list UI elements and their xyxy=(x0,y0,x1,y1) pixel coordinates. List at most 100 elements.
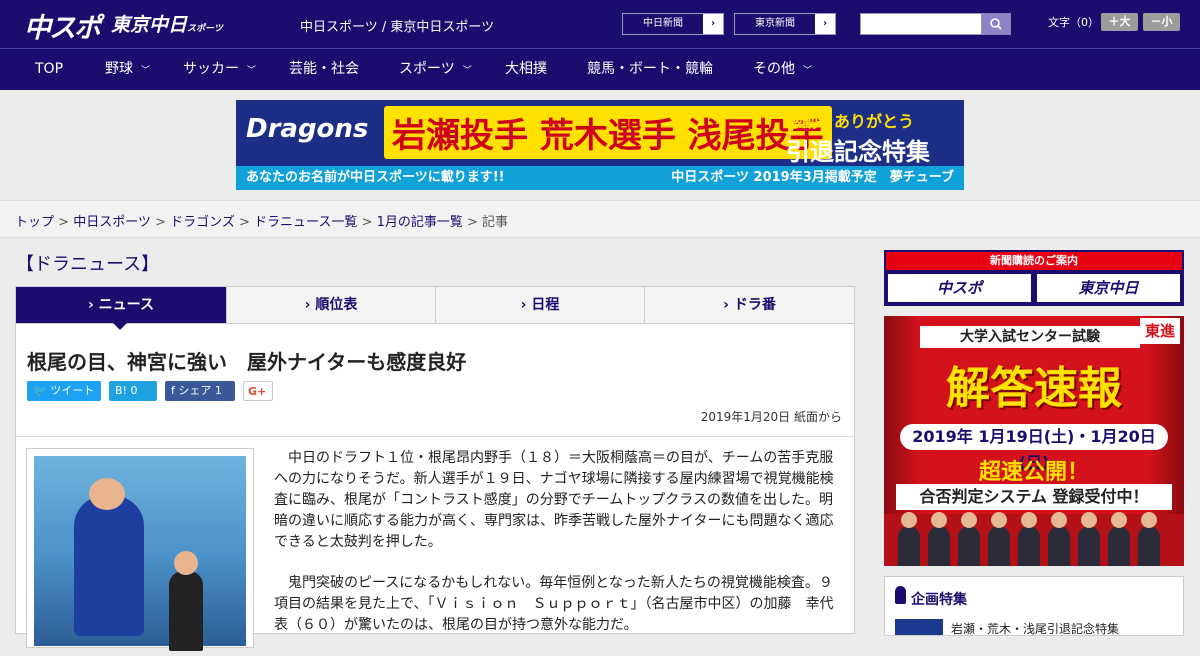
feature-box: 企画特集 岩瀬・荒木・浅尾引退記念特集 xyxy=(884,576,1184,636)
nav-item-racing[interactable]: 競馬・ボート・競輪 xyxy=(587,49,713,90)
breadcrumb-month-list[interactable]: 1月の記事一覧 xyxy=(377,215,463,230)
ad-dates: 2019年 1月19日(土)・1月20日(日) xyxy=(900,424,1168,472)
chevron-down-icon: ﹀ xyxy=(803,66,813,76)
breadcrumb-dragons[interactable]: ドラゴンズ xyxy=(170,215,235,230)
feature-title: 企画特集 xyxy=(911,592,967,608)
ad-system: 合否判定システム 登録受付中！ xyxy=(896,484,1172,510)
player-figure xyxy=(169,571,203,651)
nav-item-other[interactable]: その他 ﹀ xyxy=(753,49,812,90)
nav-label: 競馬・ボート・競輪 xyxy=(587,61,713,77)
tokyo-chunichi-logo[interactable]: 東京中日スポーツ xyxy=(111,10,223,37)
person-figure xyxy=(1138,512,1160,566)
article-photo[interactable] xyxy=(26,448,254,651)
ad-fast: 超速公開！ xyxy=(978,460,1089,485)
twitter-icon: 🐦 xyxy=(33,384,51,397)
person-figure xyxy=(1108,512,1130,566)
article-paragraph: 中日のドラフト１位・根尾昂内野手（１８）＝大阪桐蔭高＝の目が、チームの苦手克服へ… xyxy=(274,450,834,550)
person-figure xyxy=(1078,512,1100,566)
ribbon-icon xyxy=(895,586,906,604)
breadcrumb-sep: > xyxy=(54,215,74,230)
chevron-right-icon: › xyxy=(710,18,716,29)
google-plus-button[interactable]: G+ xyxy=(243,381,273,401)
share-label: ツイート xyxy=(50,384,95,397)
main-nav: TOP 野球 ﹀ サッカー ﹀ 芸能・社会 スポーツ ﹀ 大相撲 競馬・ボート・競輪 … xyxy=(0,48,1200,90)
retirement-feature-banner[interactable]: Dragons 岩瀬投手 荒木選手 浅尾投手 感動をありがとう 引退記念特集 あ… xyxy=(236,100,964,190)
banner-bottom-left: あなたのお名前が中日スポーツに載ります!! xyxy=(246,170,505,185)
nav-item-sports[interactable]: スポーツ ﹀ xyxy=(399,49,472,90)
exam-answer-ad[interactable]: 大学入試センター試験 東進 解答速報 2019年 1月19日(土)・1月20日(… xyxy=(884,316,1184,566)
banner-bottom-strip: あなたのお名前が中日スポーツに載ります!! 中日スポーツ 2019年3月掲載予定… xyxy=(236,166,964,190)
nav-label: サッカー xyxy=(183,61,239,77)
article-paragraph: 鬼門突破のピースになるかもしれない。毎年恒例となった新人たちの視覚機能検査。９項… xyxy=(274,575,834,633)
banner-main: Dragons 岩瀬投手 荒木選手 浅尾投手 感動をありがとう 引退記念特集 xyxy=(236,100,964,166)
feature-thumbnail[interactable] xyxy=(895,619,943,635)
ad-main-text: 解答速報 xyxy=(946,363,1122,414)
player-head xyxy=(89,478,125,510)
font-enlarge-button[interactable]: ＋大 xyxy=(1101,13,1138,31)
article: 根尾の目、神宮に強い 屋外ナイターも感度良好 🐦 ツイート B! 0 f シェア… xyxy=(15,324,855,651)
subscription-box: 新聞購読のご案内 中スポ 東京中日 xyxy=(884,250,1184,306)
player-photo xyxy=(34,456,246,651)
link-label: 中日新聞 xyxy=(623,14,703,34)
breadcrumb-sep: > xyxy=(234,215,255,230)
font-shrink-button[interactable]: －小 xyxy=(1143,13,1180,31)
player-head xyxy=(174,551,198,575)
nav-item-baseball[interactable]: 野球 ﹀ xyxy=(105,49,150,90)
nav-label: 芸能・社会 xyxy=(289,61,359,77)
nav-item-sumo[interactable]: 大相撲 xyxy=(505,49,547,90)
section-title: 【ドラニュース】 xyxy=(16,254,160,275)
ad-heading: 大学入試センター試験 xyxy=(920,326,1140,348)
tokyo-shimbun-link[interactable]: 東京新聞 › xyxy=(734,13,836,35)
breadcrumb-sep: > xyxy=(150,215,171,230)
tab-standings[interactable]: › 順位表 xyxy=(227,287,436,323)
breadcrumb-sep: > xyxy=(462,215,483,230)
divider xyxy=(16,436,854,437)
player-figure xyxy=(74,496,144,636)
tweet-button[interactable]: 🐦 ツイート xyxy=(27,381,101,401)
nav-item-soccer[interactable]: サッカー ﹀ xyxy=(183,49,256,90)
person-figure xyxy=(898,512,920,566)
person-figure xyxy=(1018,512,1040,566)
chevron-right-icon: › xyxy=(822,18,828,29)
banner-special: 引退記念特集 xyxy=(786,138,930,166)
banner-thanks: 感動をありがとう xyxy=(786,112,915,131)
nav-item-top[interactable]: TOP xyxy=(35,49,63,90)
tab-news[interactable]: › ニュース xyxy=(16,287,227,323)
breadcrumb-sep: > xyxy=(357,215,377,230)
breadcrumb: トップ > 中日スポーツ > ドラゴンズ > ドラニュース一覧 > 1月の記事一… xyxy=(15,211,508,230)
font-size-label: 文字（0） xyxy=(1048,16,1099,29)
news-tabs: › ニュース › 順位表 › 日程 › ドラ番 xyxy=(15,286,855,324)
share-label: B! 0 xyxy=(115,384,138,397)
person-figure xyxy=(958,512,980,566)
nav-label: TOP xyxy=(35,61,64,77)
nav-label: スポーツ xyxy=(399,61,455,77)
facebook-share-button[interactable]: f シェア 1 xyxy=(165,381,235,401)
logo-sub-text: 東京中日 xyxy=(111,14,188,36)
tab-reporter[interactable]: › ドラ番 xyxy=(645,287,854,323)
breadcrumb-top[interactable]: トップ xyxy=(15,215,54,230)
subscribe-tokyo-chunichi-button[interactable]: 東京中日 xyxy=(1037,274,1180,302)
dragons-logo: Dragons xyxy=(246,114,369,144)
chuspo-logo[interactable]: 中スポ xyxy=(24,6,101,45)
chunichi-shimbun-link[interactable]: 中日新聞 › xyxy=(622,13,724,35)
nav-label: その他 xyxy=(753,61,795,77)
breadcrumb-bar: トップ > 中日スポーツ > ドラゴンズ > ドラニュース一覧 > 1月の記事一… xyxy=(0,200,1200,238)
person-figure xyxy=(928,512,950,566)
article-body: 中日のドラフト１位・根尾昂内野手（１８）＝大阪桐蔭高＝の目が、チームの苦手克服へ… xyxy=(274,448,842,656)
search-button[interactable] xyxy=(982,13,1011,35)
breadcrumb-news-list[interactable]: ドラニュース一覧 xyxy=(254,215,357,230)
tab-schedule[interactable]: › 日程 xyxy=(436,287,645,323)
hatena-bookmark-button[interactable]: B! 0 xyxy=(109,381,157,401)
active-tab-pointer xyxy=(112,322,128,330)
search-input[interactable] xyxy=(860,13,982,35)
feature-item[interactable]: 岩瀬・荒木・浅尾引退記念特集 xyxy=(951,620,1119,637)
person-figure xyxy=(988,512,1010,566)
subscribe-chuspo-button[interactable]: 中スポ xyxy=(888,274,1031,302)
top-header: 中スポ 東京中日スポーツ 中日スポーツ / 東京中日スポーツ 中日新聞 › 東京… xyxy=(0,0,1200,48)
breadcrumb-chuspo[interactable]: 中日スポーツ xyxy=(73,215,151,230)
chevron-down-icon: ﹀ xyxy=(462,66,472,76)
nav-item-entertainment[interactable]: 芸能・社会 xyxy=(289,49,359,90)
banner-player-names: 岩瀬投手 荒木選手 浅尾投手 xyxy=(384,106,832,159)
chevron-down-icon: ﹀ xyxy=(141,66,151,76)
person-figure xyxy=(1048,512,1070,566)
